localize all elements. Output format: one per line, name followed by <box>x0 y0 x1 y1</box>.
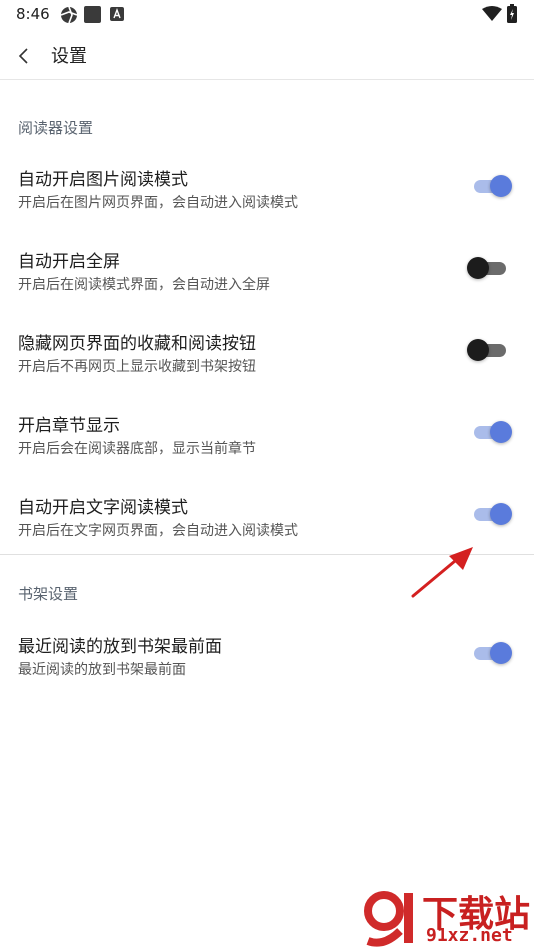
setting-hide-favorite-buttons[interactable]: 隐藏网页界面的收藏和阅读按钮 开启后不再网页上显示收藏到书架按钮 <box>0 329 534 411</box>
setting-title: 最近阅读的放到书架最前面 <box>18 637 222 657</box>
status-time: 8:46 <box>16 5 50 23</box>
toggle-switch[interactable] <box>467 255 510 281</box>
toggle-switch[interactable] <box>470 173 512 199</box>
setting-auto-fullscreen[interactable]: 自动开启全屏 开启后在阅读模式界面，会自动进入全屏 <box>0 247 534 329</box>
setting-title: 隐藏网页界面的收藏和阅读按钮 <box>18 334 256 354</box>
setting-description: 开启后在文字网页界面，会自动进入阅读模式 <box>18 523 298 539</box>
watermark: 下载站 91xz.net <box>360 885 530 947</box>
status-bar: 8:46 <box>0 0 534 30</box>
setting-description: 最近阅读的放到书架最前面 <box>18 662 186 678</box>
setting-title: 自动开启图片阅读模式 <box>18 170 188 190</box>
chevron-left-icon <box>18 48 28 64</box>
setting-title: 开启章节显示 <box>18 416 120 436</box>
toggle-switch[interactable] <box>467 337 510 363</box>
section-header-reader: 阅读器设置 <box>18 119 94 137</box>
setting-title: 自动开启文字阅读模式 <box>18 498 188 518</box>
watermark-logo-icon <box>364 891 413 947</box>
toggle-switch[interactable] <box>470 501 512 527</box>
watermark-url: 91xz.net <box>426 925 513 946</box>
battery-charging-icon <box>507 4 517 28</box>
section-header-bookshelf: 书架设置 <box>18 585 79 603</box>
square-app-icon <box>84 6 101 27</box>
app-bar: 设置 <box>0 30 534 80</box>
setting-recent-to-front[interactable]: 最近阅读的放到书架最前面 最近阅读的放到书架最前面 <box>0 632 534 714</box>
setting-description: 开启后在图片网页界面，会自动进入阅读模式 <box>18 195 298 211</box>
setting-description: 开启后不再网页上显示收藏到书架按钮 <box>18 359 256 375</box>
setting-description: 开启后在阅读模式界面，会自动进入全屏 <box>18 277 270 293</box>
toggle-switch[interactable] <box>470 419 512 445</box>
setting-title: 自动开启全屏 <box>18 252 120 272</box>
setting-description: 开启后会在阅读器底部，显示当前章节 <box>18 441 256 457</box>
setting-auto-image-reading[interactable]: 自动开启图片阅读模式 开启后在图片网页界面，会自动进入阅读模式 <box>0 165 534 247</box>
back-button[interactable] <box>12 43 38 69</box>
wifi-icon <box>482 6 502 26</box>
aperture-icon <box>60 6 78 28</box>
toggle-switch[interactable] <box>470 640 512 666</box>
page-title: 设置 <box>51 46 87 67</box>
annotation-arrow-icon <box>411 547 473 598</box>
setting-chapter-display[interactable]: 开启章节显示 开启后会在阅读器底部，显示当前章节 <box>0 411 534 493</box>
letter-a-icon <box>110 6 124 26</box>
